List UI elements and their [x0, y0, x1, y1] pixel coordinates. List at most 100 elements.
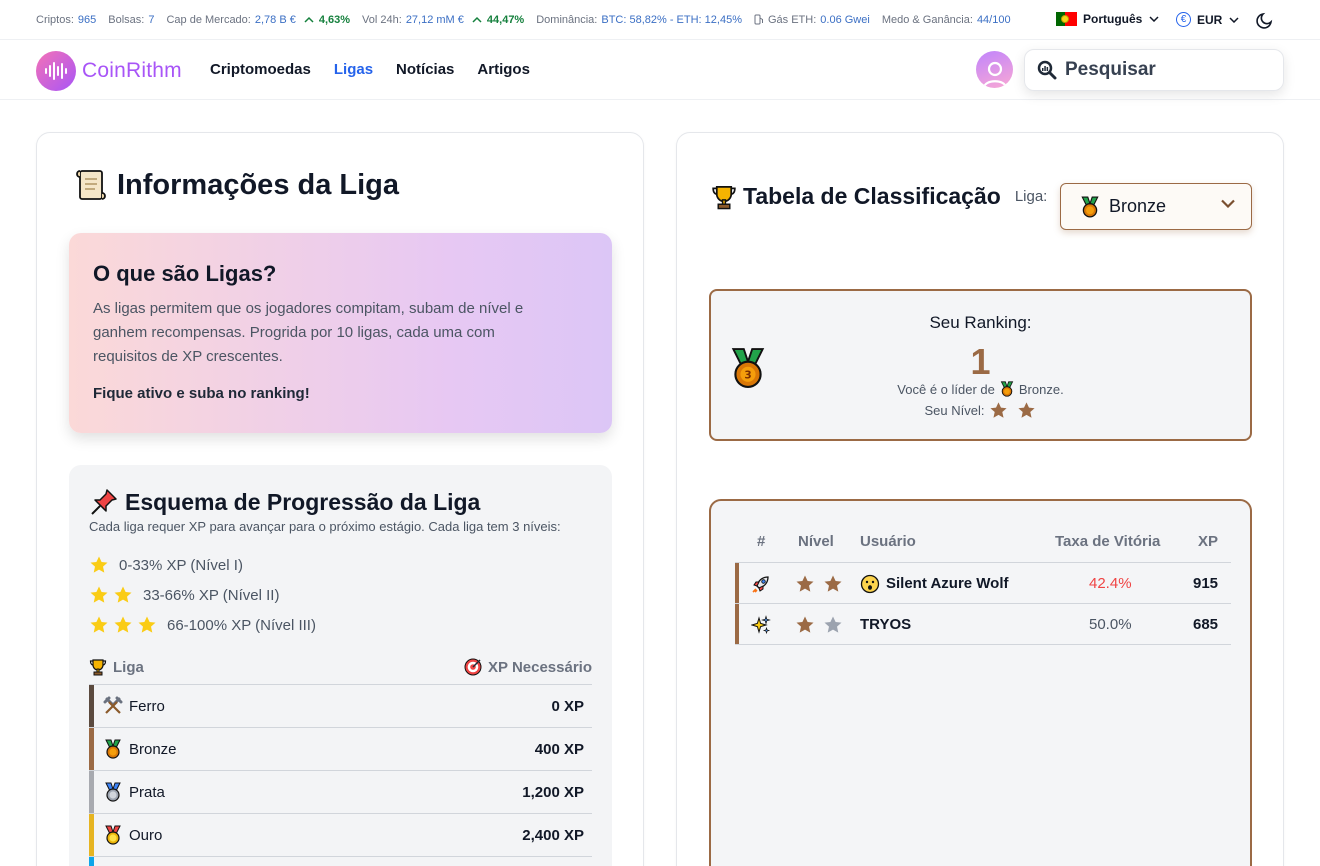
- nav-link-artigos[interactable]: Artigos: [477, 61, 530, 78]
- stat-label: Bolsas:: [108, 13, 145, 26]
- col-win-rate: Taxa de Vitória: [1055, 533, 1161, 550]
- scroll-icon: [76, 170, 106, 200]
- nav-link-criptomoedas[interactable]: Criptomoedas: [210, 61, 311, 78]
- star-icon: [90, 586, 108, 603]
- user-avatar[interactable]: [976, 51, 1013, 88]
- arrow-up-icon: [304, 16, 314, 23]
- row-win-rate: 42.4%: [1089, 575, 1132, 592]
- stat-value[interactable]: 27,12 mM €: [406, 14, 464, 26]
- nav-link-ligas[interactable]: Ligas: [334, 61, 373, 78]
- table-row[interactable]: Silent Azure Wolf 42.4% 915: [735, 563, 1231, 604]
- progression-scheme-subtitle: Cada liga requer XP para avançar para o …: [89, 519, 561, 534]
- stat-market-cap: Cap de Mercado: 2,78 B € 4,63%: [166, 14, 350, 26]
- league-name: Ouro: [103, 825, 162, 845]
- row-xp: 685: [1193, 616, 1219, 633]
- row-user[interactable]: TRYOS: [860, 604, 911, 645]
- currency-label: EUR: [1197, 12, 1223, 27]
- star-icon: [90, 556, 108, 573]
- star-icon: [796, 575, 814, 592]
- leader-league: Bronze.: [1018, 381, 1064, 397]
- star-icon: [796, 616, 814, 633]
- search-icon: [1037, 60, 1057, 80]
- hammer-pick-icon: [103, 696, 123, 714]
- star-icon: [90, 616, 108, 633]
- leaderboard-table-header: # Nível Usuário Taxa de Vitória XP: [735, 533, 1231, 563]
- league-name: Prata: [103, 782, 165, 802]
- level-stars: [89, 615, 161, 635]
- level-item: 66-100% XP (Nível III): [89, 610, 592, 640]
- stat-value[interactable]: 7: [148, 14, 154, 26]
- leader-message: Você é o líder de Bronze.: [711, 381, 1250, 397]
- league-select-label: Liga:: [1014, 188, 1048, 205]
- moon-icon: [1256, 12, 1273, 29]
- stat-change: 4,63%: [300, 14, 350, 26]
- league-row-prata: Prata 1,200 XP: [89, 771, 592, 814]
- stat-dominance: Dominância: BTC: 58,82% - ETH: 12,45%: [536, 14, 742, 26]
- stat-cryptos: Criptos: 965: [36, 14, 96, 26]
- col-level: Nível: [798, 533, 834, 550]
- stat-value[interactable]: 0.06 Gwei: [820, 14, 870, 26]
- arrow-up-icon: [472, 16, 482, 23]
- your-ranking-card: 3 Seu Ranking: 1 Você é o líder de Bronz…: [709, 289, 1252, 441]
- row-user-name: TRYOS: [860, 616, 912, 633]
- dark-mode-toggle[interactable]: [1256, 11, 1274, 34]
- league-select[interactable]: Bronze: [1060, 183, 1252, 230]
- main-navbar: CoinRithm Criptomoedas Ligas Notícias Ar…: [0, 41, 1320, 100]
- level-text: 33-66% XP (Nível II): [143, 586, 280, 604]
- surprised-face-icon: [860, 574, 880, 593]
- bronze-medal-icon: [1081, 196, 1099, 218]
- league-column-header: Liga: [89, 658, 144, 676]
- row-user-name: Silent Azure Wolf: [886, 575, 1009, 592]
- stat-value[interactable]: 2,78 B €: [255, 14, 296, 26]
- silver-medal-icon: [105, 782, 121, 802]
- your-rank-number: 1: [970, 341, 991, 382]
- stat-exchanges: Bolsas: 7: [108, 14, 154, 26]
- search-box[interactable]: Pesquisar: [1024, 49, 1284, 91]
- stat-volume: Vol 24h: 27,12 mM € 44,47%: [362, 14, 524, 26]
- league-xp: 0 XP: [551, 697, 584, 715]
- leaderboard-panel: Tabela de Classificação Liga: Bronze 3 S…: [676, 132, 1284, 866]
- euro-icon: €: [1176, 12, 1191, 27]
- stat-label: Vol 24h:: [362, 13, 402, 26]
- language-selector[interactable]: Português: [1056, 12, 1159, 26]
- league-color-bar: [89, 728, 94, 770]
- league-info-title-text: Informações da Liga: [117, 168, 400, 201]
- stat-label: Medo & Ganância:: [881, 13, 973, 26]
- trophy-icon: [89, 659, 107, 676]
- what-are-leagues-title: O que são Ligas?: [93, 261, 277, 286]
- language-label: Português: [1083, 12, 1143, 26]
- nav-link-noticias[interactable]: Notícias: [396, 61, 454, 78]
- level-list: 0-33% XP (Nível I) 33-66% XP (Nível II) …: [89, 550, 592, 640]
- league-name: Ferro: [103, 696, 165, 716]
- stat-value[interactable]: BTC: 58,82% - ETH: 12,45%: [601, 14, 742, 26]
- league-name-text: Prata: [129, 783, 165, 801]
- stat-label: Criptos:: [36, 13, 74, 26]
- col-user: Usuário: [860, 533, 916, 550]
- league-xp: 1,200 XP: [522, 783, 584, 801]
- xp-column-label: XP Necessário: [488, 658, 592, 676]
- row-level-stars: [795, 604, 851, 645]
- user-icon: [982, 61, 1007, 88]
- search-input[interactable]: Pesquisar: [1065, 59, 1156, 81]
- league-name-text: Ferro: [129, 697, 165, 715]
- currency-selector[interactable]: € EUR: [1176, 12, 1239, 27]
- bronze-medal-icon: [105, 739, 121, 759]
- stat-value[interactable]: 44/100: [977, 14, 1011, 26]
- league-xp: 400 XP: [534, 740, 584, 758]
- row-xp: 915: [1193, 575, 1219, 592]
- trophy-icon: [712, 185, 736, 209]
- row-user[interactable]: Silent Azure Wolf: [860, 563, 1009, 604]
- table-row[interactable]: TRYOS 50.0% 685: [735, 604, 1231, 645]
- league-color-bar: [89, 857, 94, 866]
- logo[interactable]: CoinRithm: [36, 51, 182, 91]
- league-row-bronze: Bronze 400 XP: [89, 728, 592, 771]
- league-select-value: Bronze: [1109, 196, 1167, 216]
- stat-change: 44,47%: [468, 14, 524, 26]
- stat-value[interactable]: 965: [78, 14, 96, 26]
- league-color-bar: [89, 814, 94, 856]
- stat-change-value: 4,63%: [318, 13, 351, 26]
- stat-label: Dominância:: [536, 13, 598, 26]
- logo-text: CoinRithm: [82, 59, 182, 82]
- league-info-panel: Informações da Liga O que são Ligas? As …: [36, 132, 644, 866]
- bronze-medal-icon: [1000, 381, 1014, 397]
